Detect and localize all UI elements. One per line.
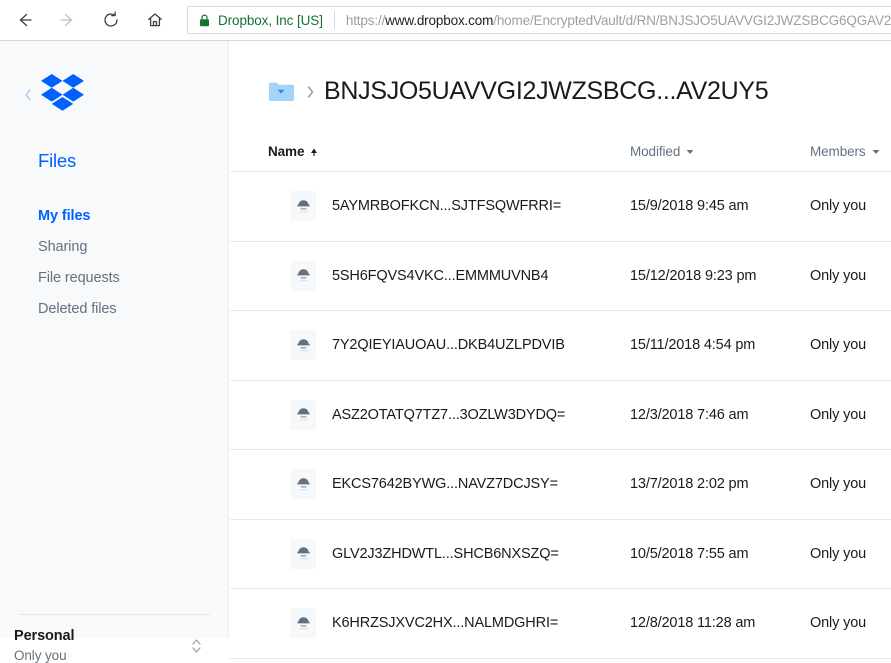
- table-row[interactable]: 5AYMRBOFKCN...SJTFSQWFRRI= 15/9/2018 9:4…: [230, 172, 891, 242]
- reload-button[interactable]: [94, 3, 128, 37]
- file-modified-date: 15/12/2018 9:23 pm: [630, 267, 757, 284]
- address-bar-divider: [333, 11, 335, 29]
- chevron-down-icon: [686, 149, 694, 155]
- dropbox-page: Files My files Sharing File requests Del…: [0, 41, 891, 662]
- table-row[interactable]: 5SH6FQVS4VKC...EMMMUVNB4 15/12/2018 9:23…: [230, 242, 891, 311]
- url-scheme: https://: [345, 12, 386, 28]
- sidebar-section-files[interactable]: Files: [38, 150, 76, 172]
- file-modified-date: 13/7/2018 2:02 pm: [630, 476, 749, 493]
- file-modified-date: 15/9/2018 9:45 am: [630, 198, 749, 215]
- file-table: Name Modified Members 5AYMRBOFKCN...SJTF…: [230, 139, 891, 659]
- file-icon: [290, 538, 316, 569]
- sidebar-item-file-requests[interactable]: File requests: [38, 263, 218, 294]
- file-members: Only you: [810, 545, 867, 562]
- table-row[interactable]: K6HRZSJXVC2HX...NALMDGHRI= 12/8/2018 11:…: [230, 589, 891, 659]
- dropbox-logo-icon[interactable]: [41, 73, 84, 116]
- chevron-right-icon: [306, 85, 315, 99]
- sidebar-item-my-files[interactable]: My files: [38, 201, 218, 232]
- table-row[interactable]: GLV2J3ZHDWTL...SHCB6NXSZQ= 10/5/2018 7:5…: [230, 520, 891, 589]
- file-name: 5SH6FQVS4VKC...EMMMUVNB4: [332, 267, 549, 284]
- table-row[interactable]: 7Y2QIEYIAUOAU...DKB4UZLPDVIB 15/11/2018 …: [230, 311, 891, 381]
- file-name: K6HRZSJXVC2HX...NALMDGHRI=: [332, 615, 559, 632]
- sidebar-divider: [18, 614, 210, 615]
- url-path: /home/EncryptedVault/d/RN/BNJSJO5UAVVGI2…: [493, 12, 891, 28]
- reload-icon: [101, 10, 121, 30]
- chevron-up-down-icon[interactable]: [191, 637, 202, 655]
- file-table-body: 5AYMRBOFKCN...SJTFSQWFRRI= 15/9/2018 9:4…: [230, 172, 891, 659]
- file-members: Only you: [810, 198, 867, 215]
- main-content: BNJSJO5UAVVGI2JWZSBCG...AV2UY5 Name Modi…: [230, 41, 891, 659]
- home-icon: [145, 10, 165, 30]
- file-members: Only you: [810, 337, 867, 354]
- file-modified-date: 12/3/2018 7:46 am: [630, 406, 749, 423]
- table-row[interactable]: EKCS7642BYWG...NAVZ7DCJSY= 13/7/2018 2:0…: [230, 450, 891, 520]
- column-header-name[interactable]: Name: [268, 144, 318, 159]
- url-domain: www.dropbox.com: [385, 12, 494, 28]
- url-text: https://www.dropbox.com/home/EncryptedVa…: [346, 13, 891, 28]
- column-header-members[interactable]: Members: [810, 144, 880, 159]
- home-button[interactable]: [138, 3, 172, 37]
- file-icon: [290, 330, 316, 361]
- folder-dropdown-icon[interactable]: [268, 81, 294, 103]
- breadcrumb: BNJSJO5UAVVGI2JWZSBCG...AV2UY5: [268, 77, 769, 106]
- browser-toolbar: Dropbox, Inc [US] https://www.dropbox.co…: [0, 0, 891, 41]
- account-switcher[interactable]: Personal Only you: [14, 629, 216, 662]
- file-name: ASZ2OTATQ7TZ7...3OZLW3DYDQ=: [332, 406, 566, 423]
- account-text: Personal Only you: [14, 628, 75, 663]
- column-header-modified[interactable]: Modified: [630, 144, 694, 159]
- sidebar-item-sharing[interactable]: Sharing: [38, 232, 218, 263]
- column-header-name-label: Name: [268, 144, 305, 159]
- column-header-modified-label: Modified: [630, 144, 681, 159]
- account-scope: Only you: [14, 647, 67, 663]
- chevron-down-icon: [872, 149, 880, 155]
- arrow-left-icon: [15, 10, 35, 30]
- sort-ascending-icon: [310, 147, 318, 157]
- file-modified-date: 15/11/2018 4:54 pm: [630, 337, 756, 354]
- lock-icon: [199, 14, 210, 27]
- site-identity-label: Dropbox, Inc [US]: [218, 12, 323, 28]
- back-button[interactable]: [8, 3, 42, 37]
- file-members: Only you: [810, 615, 867, 632]
- file-modified-date: 12/8/2018 11:28 am: [630, 615, 756, 632]
- page-title: BNJSJO5UAVVGI2JWZSBCG...AV2UY5: [324, 77, 769, 105]
- sidebar-header: [22, 73, 84, 116]
- file-members: Only you: [810, 476, 867, 493]
- file-modified-date: 10/5/2018 7:55 am: [630, 545, 749, 562]
- file-members: Only you: [810, 406, 867, 423]
- forward-button: [50, 3, 84, 37]
- account-name: Personal: [14, 628, 75, 644]
- file-icon: [290, 608, 316, 639]
- table-header-row: Name Modified Members: [230, 139, 891, 172]
- file-name: 7Y2QIEYIAUOAU...DKB4UZLPDVIB: [332, 337, 565, 354]
- file-name: GLV2J3ZHDWTL...SHCB6NXSZQ=: [332, 545, 559, 562]
- sidebar-nav-list: My files Sharing File requests Deleted f…: [38, 201, 218, 325]
- file-members: Only you: [810, 267, 867, 284]
- file-icon: [290, 399, 316, 430]
- arrow-right-icon: [57, 10, 77, 30]
- sidebar-item-deleted-files[interactable]: Deleted files: [38, 294, 218, 325]
- file-icon: [290, 469, 316, 500]
- table-row[interactable]: ASZ2OTATQ7TZ7...3OZLW3DYDQ= 12/3/2018 7:…: [230, 381, 891, 450]
- file-name: EKCS7642BYWG...NAVZ7DCJSY=: [332, 476, 558, 493]
- column-header-members-label: Members: [810, 144, 866, 159]
- file-name: 5AYMRBOFKCN...SJTFSQWFRRI=: [332, 198, 562, 215]
- file-icon: [290, 260, 316, 291]
- file-icon: [290, 191, 316, 222]
- address-bar[interactable]: Dropbox, Inc [US] https://www.dropbox.co…: [187, 6, 891, 34]
- sidebar: Files My files Sharing File requests Del…: [0, 41, 229, 662]
- chevron-left-icon[interactable]: [22, 88, 34, 102]
